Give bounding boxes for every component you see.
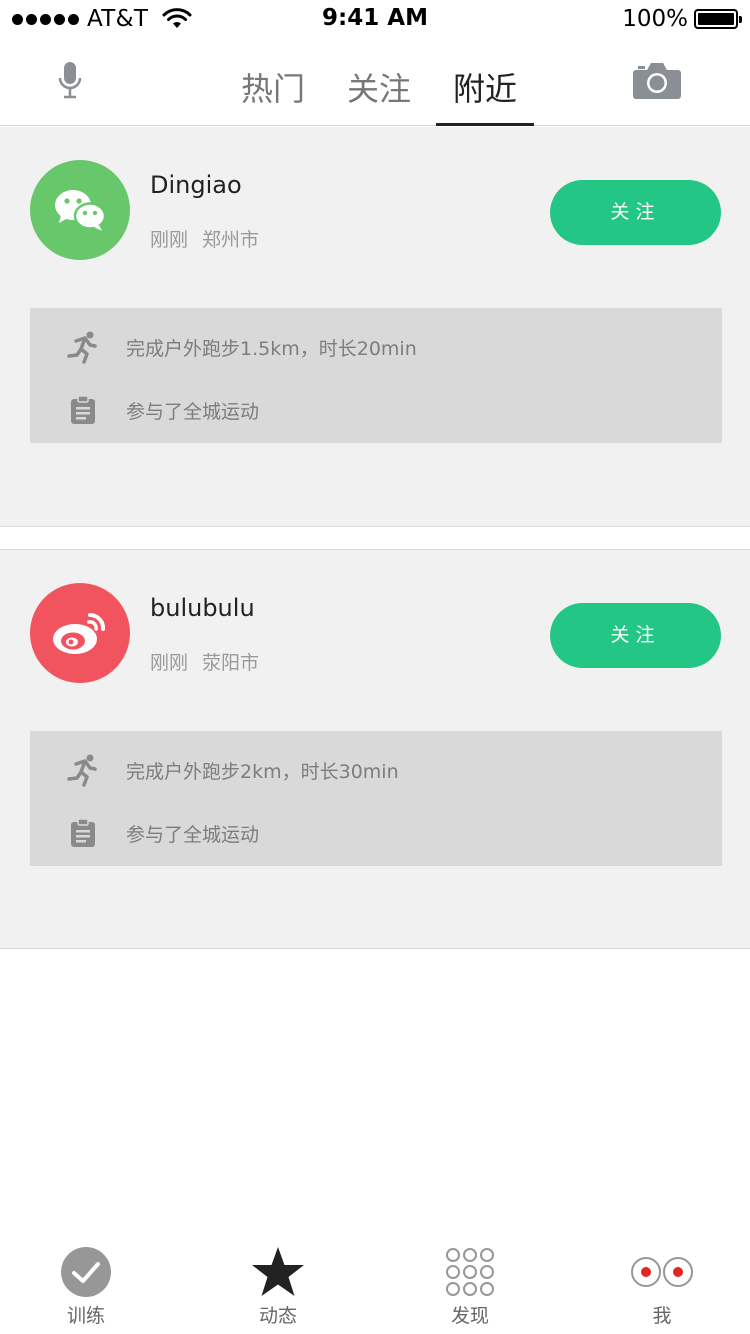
microphone-icon[interactable] [56,60,84,100]
tab-following[interactable]: 关注 [326,40,432,126]
tab-feed[interactable]: 动态 [218,1246,338,1328]
tab-hot[interactable]: 热门 [220,40,326,126]
activity-text: 参与了全城运动 [126,400,260,423]
post-meta: 刚刚 荥阳市 [150,648,259,675]
wechat-icon [55,190,107,231]
battery-percent: 100% [622,6,688,32]
tab-label: 我 [652,1305,672,1327]
activity-summary[interactable]: 完成户外跑步1.5km，时长20min 参与了全城运动 [30,308,722,443]
feed-tabs: 热门 关注 附近 [220,40,538,126]
tab-label: 动态 [258,1305,297,1327]
username[interactable]: bulubulu [150,594,255,622]
post-location: 荥阳市 [202,652,260,674]
activity-text: 完成户外跑步1.5km，时长20min [126,337,417,360]
eyes-icon [631,1257,693,1287]
post-time: 刚刚 [150,652,189,674]
weibo-icon [53,612,106,654]
post-location: 郑州市 [202,229,260,251]
feed-card: bulubulu 刚刚 荥阳市 关注 完成户外跑步2km，时长30min 参与了… [0,549,750,949]
status-bar: AT&T 9:41 AM 100% [0,0,750,40]
tab-discover[interactable]: 发现 [410,1246,530,1328]
activity-item: 参与了全城运动 [66,813,259,853]
follow-button[interactable]: 关注 [550,180,721,245]
bottom-tab-bar: 训练 动态 发现 我 [0,1240,750,1334]
clipboard-icon [66,393,100,427]
camera-icon[interactable] [632,60,682,100]
tab-label: 训练 [66,1305,105,1327]
username[interactable]: Dingiao [150,171,242,199]
activity-item: 参与了全城运动 [66,390,259,430]
post-meta: 刚刚 郑州市 [150,225,259,252]
running-icon [66,753,100,787]
running-icon [66,330,100,364]
activity-text: 完成户外跑步2km，时长30min [126,760,399,783]
battery-icon [694,9,742,29]
grid-dots-icon [446,1248,494,1296]
tab-nearby[interactable]: 附近 [432,40,538,126]
check-circle-icon [61,1247,111,1297]
feed-card: Dingiao 刚刚 郑州市 关注 完成户外跑步1.5km，时长20min 参与… [0,127,750,527]
follow-button[interactable]: 关注 [550,603,721,668]
activity-text: 参与了全城运动 [126,823,260,846]
activity-item: 完成户外跑步2km，时长30min [66,750,399,790]
tab-me[interactable]: 我 [602,1246,722,1328]
tab-label: 发现 [450,1305,489,1327]
clipboard-icon [66,816,100,850]
post-time: 刚刚 [150,229,189,251]
avatar[interactable] [30,160,130,260]
avatar[interactable] [30,583,130,683]
activity-item: 完成户外跑步1.5km，时长20min [66,327,417,367]
activity-feed: Dingiao 刚刚 郑州市 关注 完成户外跑步1.5km，时长20min 参与… [0,127,750,949]
star-icon [252,1247,304,1296]
tab-training[interactable]: 训练 [26,1246,146,1328]
activity-summary[interactable]: 完成户外跑步2km，时长30min 参与了全城运动 [30,731,722,866]
top-nav-bar: 热门 关注 附近 [0,40,750,126]
